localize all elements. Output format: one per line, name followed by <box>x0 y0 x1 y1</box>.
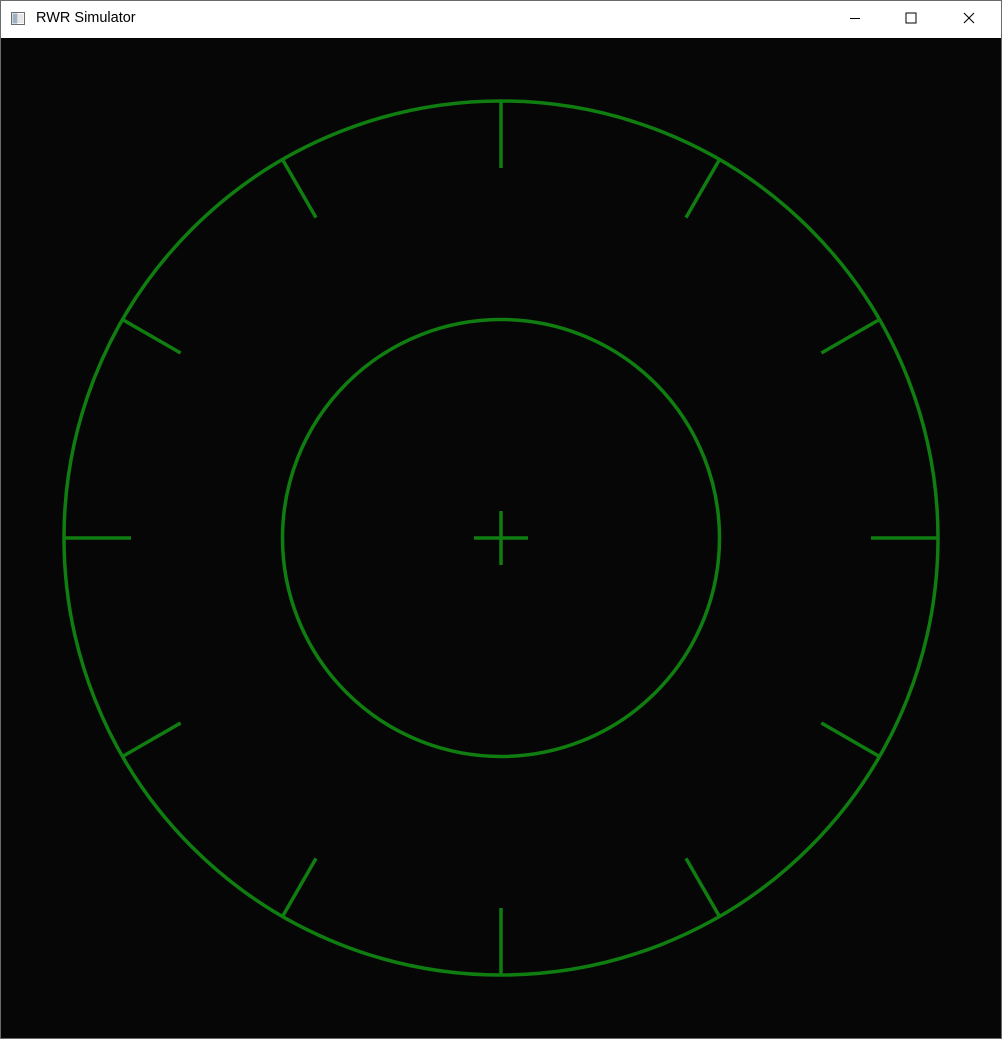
bearing-tick-30 <box>684 158 722 219</box>
rwr-simulator-window: RWR Simulator <box>0 0 1002 1039</box>
rwr-scope-canvas <box>1 38 1001 1038</box>
bearing-tick-330 <box>280 158 318 219</box>
rwr-display <box>62 99 940 977</box>
app-window-icon <box>11 12 25 25</box>
bearing-tick-150 <box>684 857 722 918</box>
bearing-tick-120 <box>820 721 881 759</box>
title-bar[interactable]: RWR Simulator <box>1 1 1001 38</box>
window-title: RWR Simulator <box>36 10 136 26</box>
maximize-icon <box>905 11 917 29</box>
bearing-tick-240 <box>121 721 182 759</box>
minimize-icon <box>849 11 861 29</box>
close-button[interactable] <box>946 1 992 38</box>
close-icon <box>963 11 975 29</box>
maximize-button[interactable] <box>888 1 934 38</box>
bearing-tick-300 <box>121 317 182 355</box>
bearing-tick-60 <box>820 317 881 355</box>
center-crosshair <box>474 511 528 565</box>
bearing-tick-210 <box>280 857 318 918</box>
minimize-button[interactable] <box>832 1 878 38</box>
